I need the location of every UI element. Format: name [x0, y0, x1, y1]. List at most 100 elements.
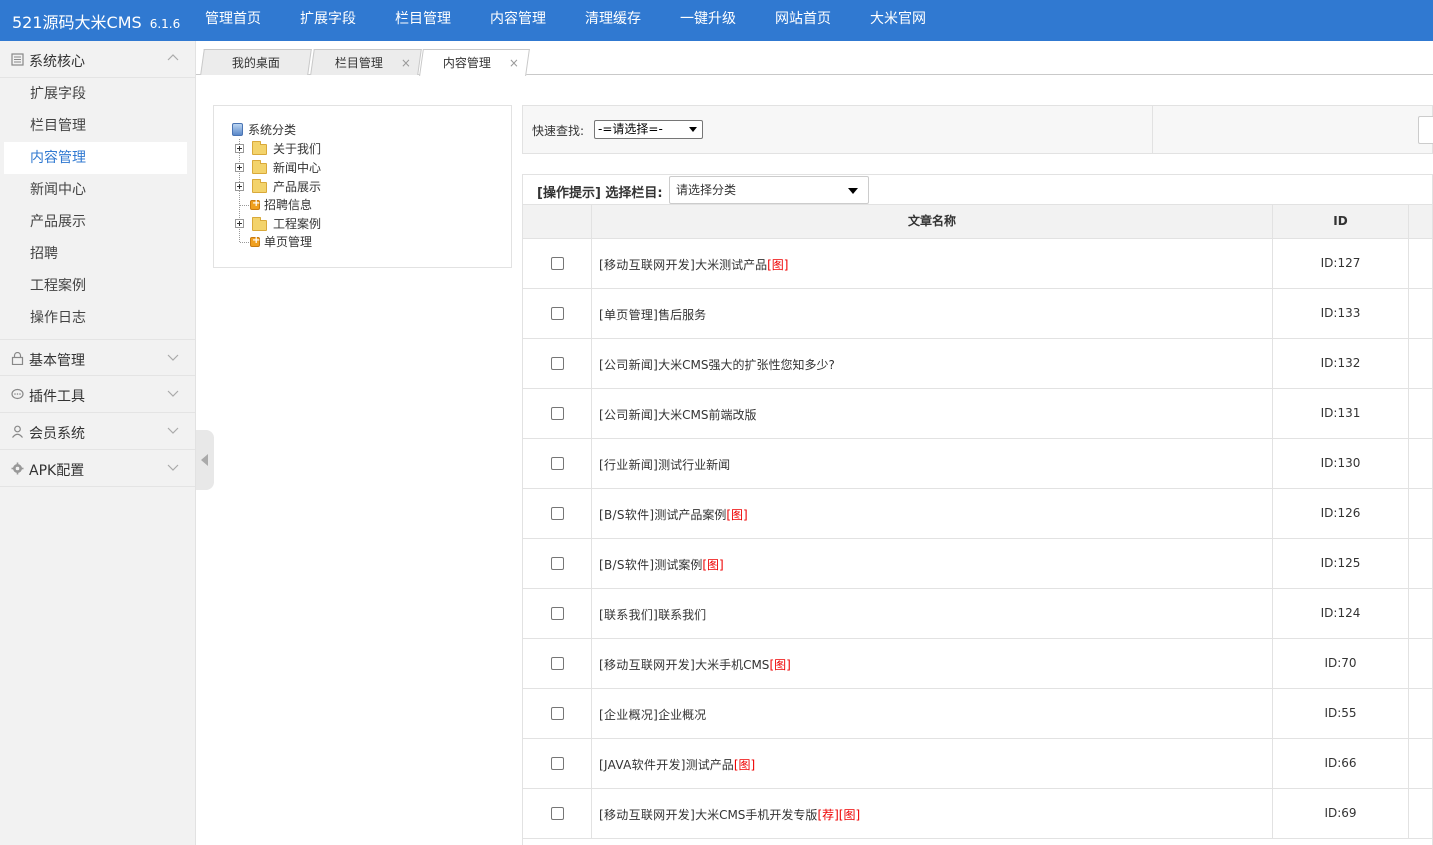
row-checkbox[interactable] [551, 807, 564, 820]
tree-node-cases[interactable]: 工程案例 [273, 217, 321, 231]
expand-icon[interactable] [235, 182, 244, 191]
table-row[interactable]: [移动互联网开发]大米测试产品[图] ID:127 [523, 239, 1432, 289]
tree-root-label[interactable]: 系统分类 [248, 123, 296, 137]
row-checkbox[interactable] [551, 707, 564, 720]
article-name: 大米CMS手机开发专版 [695, 808, 818, 822]
sidebar-item-products[interactable]: 产品展示 [4, 206, 187, 238]
checkbox-cell [523, 739, 592, 789]
header-id[interactable]: ID [1273, 205, 1409, 239]
sidebar-group-plugins[interactable]: 插件工具 [0, 376, 195, 413]
expand-icon[interactable] [235, 144, 244, 153]
article-name: 大米CMS前端改版 [658, 408, 757, 422]
sidebar-group-core[interactable]: 系统核心 [0, 41, 195, 78]
article-title[interactable]: [移动互联网开发]大米CMS手机开发专版[荐][图] [599, 806, 860, 823]
header-title[interactable]: 文章名称 [592, 205, 1273, 239]
lock-icon [11, 351, 24, 366]
topnav-admin-home[interactable]: 管理首页 [205, 0, 261, 41]
article-title[interactable]: [JAVA软件开发]测试产品[图] [599, 756, 755, 773]
article-title[interactable]: [公司新闻]大米CMS前端改版 [599, 406, 757, 423]
row-checkbox[interactable] [551, 307, 564, 320]
article-title[interactable]: [移动互联网开发]大米测试产品[图] [599, 256, 788, 273]
row-checkbox[interactable] [551, 407, 564, 420]
sidebar-group-basic[interactable]: 基本管理 [0, 339, 195, 376]
sidebar-item-recruit[interactable]: 招聘 [4, 238, 187, 270]
sidebar-collapse-handle[interactable] [196, 430, 214, 490]
topnav-column-manage[interactable]: 栏目管理 [395, 0, 451, 41]
quick-search-select[interactable]: -=请选择=- [594, 120, 703, 139]
tree-node-products[interactable]: 产品展示 [273, 180, 321, 194]
sidebar-group-members[interactable]: 会员系统 [0, 413, 195, 450]
sidebar-item-content-manage[interactable]: 内容管理 [4, 142, 187, 174]
row-checkbox[interactable] [551, 457, 564, 470]
topnav-clear-cache[interactable]: 清理缓存 [585, 0, 641, 41]
topnav-upgrade[interactable]: 一键升级 [680, 0, 736, 41]
sidebar-item-cases[interactable]: 工程案例 [4, 270, 187, 302]
search-input[interactable] [1418, 116, 1433, 144]
article-category: [JAVA软件开发] [599, 758, 686, 772]
tab-desktop[interactable]: 我的桌面 [200, 49, 312, 75]
tab-content-manage[interactable]: 内容管理 × [419, 49, 530, 76]
table-row[interactable]: [JAVA软件开发]测试产品[图] ID:66 [523, 739, 1432, 789]
table-row[interactable]: [B/S软件]测试产品案例[图] ID:126 [523, 489, 1432, 539]
folder-icon [252, 179, 267, 193]
checkbox-cell [523, 389, 592, 439]
sidebar-group-apk[interactable]: APK配置 [0, 450, 195, 487]
id-cell: ID:55 [1273, 689, 1409, 739]
article-title[interactable]: [行业新闻]测试行业新闻 [599, 456, 730, 473]
tab-label: 内容管理 [443, 56, 492, 70]
sidebar-item-extend-fields[interactable]: 扩展字段 [4, 78, 187, 110]
table-row[interactable]: [移动互联网开发]大米CMS手机开发专版[荐][图] ID:69 [523, 789, 1432, 839]
sidebar-item-column-manage[interactable]: 栏目管理 [4, 110, 187, 142]
table-row[interactable]: [企业概况]企业概况 ID:55 [523, 689, 1432, 739]
title-cell: [单页管理]售后服务 [592, 289, 1273, 339]
row-checkbox[interactable] [551, 507, 564, 520]
table-row[interactable]: [公司新闻]大米CMS强大的扩张性您知多少? ID:132 [523, 339, 1432, 389]
sidebar-group-label: 插件工具 [29, 389, 85, 405]
sidebar-item-news-center[interactable]: 新闻中心 [4, 174, 187, 206]
table-toolbar: [操作提示] 选择栏目: 请选择分类 [523, 175, 1432, 205]
list-icon [11, 53, 24, 66]
article-title[interactable]: [移动互联网开发]大米手机CMS[图] [599, 656, 791, 673]
row-checkbox[interactable] [551, 607, 564, 620]
row-checkbox[interactable] [551, 757, 564, 770]
row-checkbox[interactable] [551, 557, 564, 570]
row-checkbox[interactable] [551, 357, 564, 370]
table-row[interactable]: [公司新闻]大米CMS前端改版 ID:131 [523, 389, 1432, 439]
article-title[interactable]: [B/S软件]测试案例[图] [599, 556, 724, 573]
table-row[interactable]: [行业新闻]测试行业新闻 ID:130 [523, 439, 1432, 489]
topnav-official-site[interactable]: 大米官网 [870, 0, 926, 41]
topnav-site-home[interactable]: 网站首页 [775, 0, 831, 41]
table-row[interactable]: [移动互联网开发]大米手机CMS[图] ID:70 [523, 639, 1432, 689]
article-title[interactable]: [企业概况]企业概况 [599, 706, 706, 723]
page-icon [250, 198, 260, 210]
category-select[interactable]: 请选择分类 [669, 176, 869, 204]
expand-icon[interactable] [235, 219, 244, 228]
article-title[interactable]: [公司新闻]大米CMS强大的扩张性您知多少? [599, 356, 835, 373]
tree-node-about[interactable]: 关于我们 [273, 142, 321, 156]
close-icon[interactable]: × [509, 50, 519, 76]
tab-column-manage[interactable]: 栏目管理 × [310, 49, 422, 75]
row-checkbox[interactable] [551, 257, 564, 270]
article-title[interactable]: [联系我们]联系我们 [599, 606, 706, 623]
row-checkbox[interactable] [551, 657, 564, 670]
article-category: [公司新闻] [599, 358, 659, 372]
article-tags: [图] [733, 758, 756, 772]
article-title[interactable]: [B/S软件]测试产品案例[图] [599, 506, 748, 523]
tree-node-news[interactable]: 新闻中心 [273, 161, 321, 175]
table-row[interactable]: [单页管理]售后服务 ID:133 [523, 289, 1432, 339]
article-category: [移动互联网开发] [599, 658, 696, 672]
title-cell: [JAVA软件开发]测试产品[图] [592, 739, 1273, 789]
article-title[interactable]: [单页管理]售后服务 [599, 306, 706, 323]
sidebar-item-operation-log[interactable]: 操作日志 [4, 302, 187, 334]
topnav-extend-fields[interactable]: 扩展字段 [300, 0, 356, 41]
title-cell: [B/S软件]测试产品案例[图] [592, 489, 1273, 539]
table-row[interactable]: [联系我们]联系我们 ID:124 [523, 589, 1432, 639]
tree-node-jobs[interactable]: 招聘信息 [264, 198, 312, 212]
close-icon[interactable]: × [401, 50, 411, 76]
brand[interactable]: 521源码大米CMS 6.1.6 [12, 9, 180, 33]
topnav-content-manage[interactable]: 内容管理 [490, 0, 546, 41]
table-row[interactable]: [B/S软件]测试案例[图] ID:125 [523, 539, 1432, 589]
expand-icon[interactable] [235, 163, 244, 172]
tab-strip: 我的桌面 栏目管理 × 内容管理 × [196, 41, 1433, 76]
tree-node-single-page[interactable]: 单页管理 [264, 235, 312, 249]
